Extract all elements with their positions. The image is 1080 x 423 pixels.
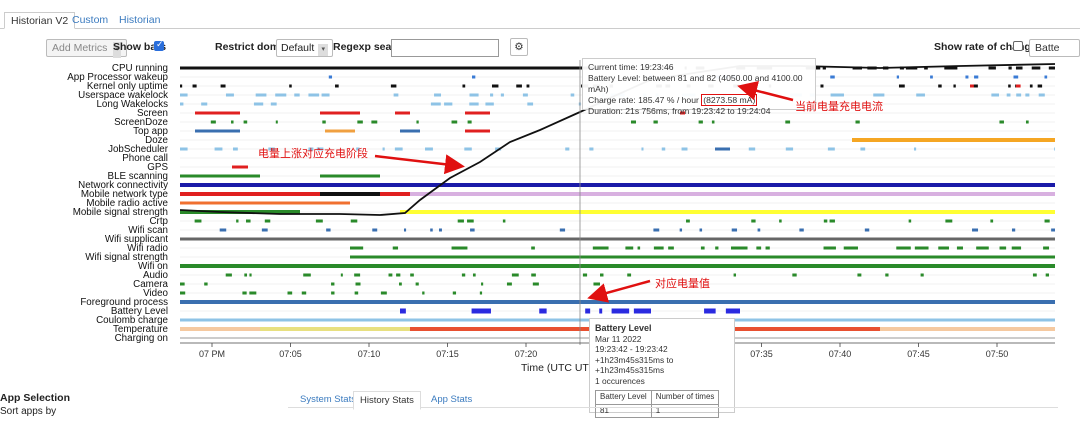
app-selection-title: App Selection (0, 392, 71, 404)
stats-tab-bar: System Stats History Stats App Stats (288, 391, 1058, 410)
tab-system-stats[interactable]: System Stats (294, 391, 362, 408)
annotation-overlay (374, 81, 794, 303)
sort-apps-label: Sort apps by (0, 406, 57, 417)
arrow-current (737, 81, 794, 102)
arrow-value (587, 279, 651, 303)
arrow-rise (374, 154, 465, 175)
tab-history-stats[interactable]: History Stats (353, 391, 421, 410)
annotation-value: 对应电量值 (655, 278, 710, 290)
tab-app-stats[interactable]: App Stats (425, 391, 478, 408)
annotation-rise: 电量上涨对应充电阶段 (258, 148, 368, 160)
annotation-current: 当前电量充电电流 (795, 101, 883, 113)
